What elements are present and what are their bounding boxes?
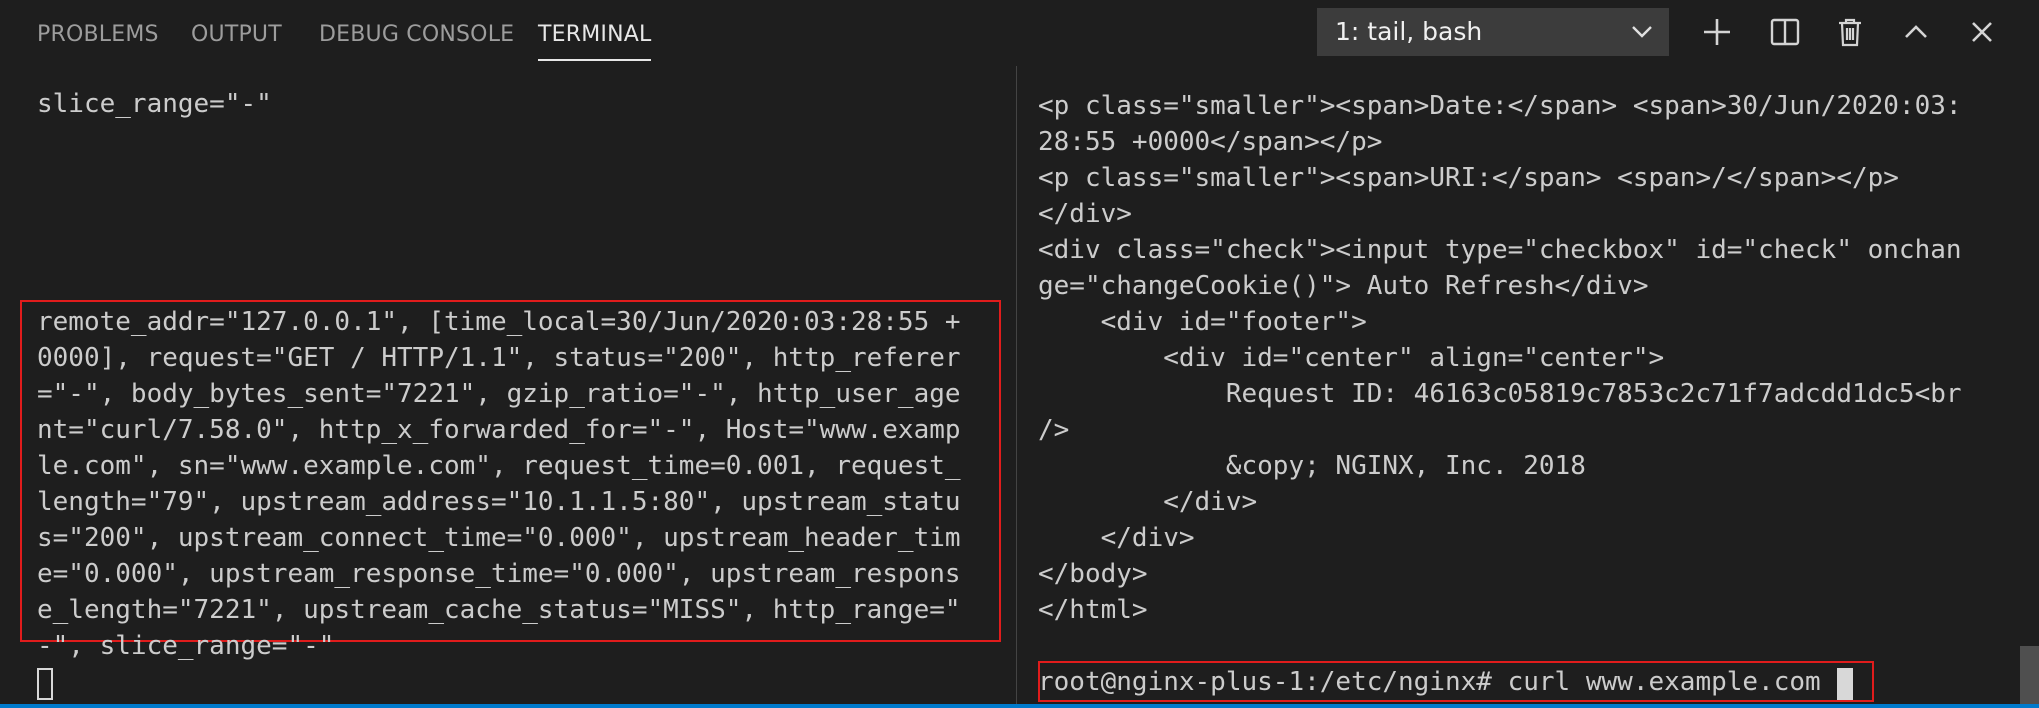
terminal-pane-right[interactable]: <p class="smaller"><span>Date:</span> <s…	[1017, 66, 2039, 708]
terminal-pane-left[interactable]: slice_range="-" remote_addr="127.0.0.1",…	[0, 66, 1016, 708]
terminal-line: <div id="footer">	[1038, 307, 1367, 337]
terminal-cursor	[1837, 668, 1853, 700]
chevron-up-icon[interactable]	[1898, 14, 1934, 50]
tab-debug-console[interactable]: DEBUG CONSOLE	[319, 22, 514, 47]
tab-problems[interactable]: PROBLEMS	[37, 22, 159, 47]
terminal-line: </div>	[1038, 199, 1132, 229]
terminal-line: <div id="center" align="center">	[1038, 343, 1665, 373]
terminal-cursor	[37, 668, 53, 700]
split-icon[interactable]	[1767, 14, 1803, 50]
terminal-line: />	[1038, 415, 1070, 445]
log-line: length="79", upstream_address="10.1.1.5:…	[37, 487, 961, 517]
status-bar-edge	[0, 704, 2039, 708]
scrollbar-thumb[interactable]	[2020, 646, 2039, 708]
log-line: ="-", body_bytes_sent="7221", gzip_ratio…	[37, 379, 961, 409]
terminal-line: &copy; NGINX, Inc. 2018	[1038, 451, 1586, 481]
trash-icon[interactable]	[1832, 14, 1868, 50]
log-line: 0000], request="GET / HTTP/1.1", status=…	[37, 343, 961, 373]
chevron-down-icon	[1631, 8, 1653, 72]
close-icon[interactable]	[1964, 14, 2000, 50]
terminal-line: 28:55 +0000</span></p>	[1038, 127, 1383, 157]
tab-output[interactable]: OUTPUT	[191, 22, 282, 47]
log-line: e="0.000", upstream_response_time="0.000…	[37, 559, 961, 589]
terminal-line: <p class="smaller"><span>Date:</span> <s…	[1038, 91, 1962, 121]
terminal-line: Request ID: 46163c05819c7853c2c71f7adcdd…	[1038, 379, 1962, 409]
terminal-line: </div>	[1038, 487, 1258, 517]
terminal-line: </html>	[1038, 595, 1148, 625]
terminal-line: <p class="smaller"><span>URI:</span> <sp…	[1038, 163, 1899, 193]
log-line: e_length="7221", upstream_cache_status="…	[37, 595, 961, 625]
terminal-select-value: 1: tail, bash	[1335, 17, 1483, 46]
terminal-prompt: root@nginx-plus-1:/etc/nginx# curl www.e…	[1038, 667, 1821, 697]
log-line: s="200", upstream_connect_time="0.000", …	[37, 523, 961, 553]
log-line: remote_addr="127.0.0.1", [time_local=30/…	[37, 307, 961, 337]
log-line: -", slice_range="-"	[37, 631, 335, 661]
terminal-line: ge="changeCookie()"> Auto Refresh</div>	[1038, 271, 1649, 301]
terminal-line: </body>	[1038, 559, 1148, 589]
terminal-line: slice_range="-"	[37, 89, 272, 119]
log-line: le.com", sn="www.example.com", request_t…	[37, 451, 961, 481]
panel-tabbar: PROBLEMS OUTPUT DEBUG CONSOLE TERMINAL 1…	[0, 0, 2039, 66]
terminal-line: </div>	[1038, 523, 1195, 553]
log-line: nt="curl/7.58.0", http_x_forwarded_for="…	[37, 415, 961, 445]
plus-icon[interactable]	[1699, 14, 1735, 50]
tab-terminal[interactable]: TERMINAL	[538, 22, 652, 61]
terminal-select[interactable]: 1: tail, bash	[1317, 8, 1669, 56]
terminal-line: <div class="check"><input type="checkbox…	[1038, 235, 1962, 265]
